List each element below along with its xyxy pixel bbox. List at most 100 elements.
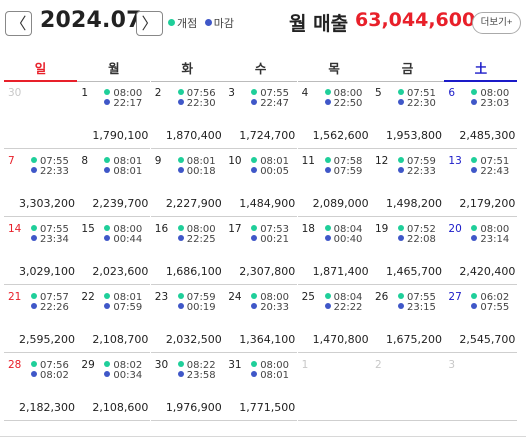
calendar-day-cell[interactable]: 7 07:55 22:33 3,303,200 — [4, 150, 77, 217]
close-dot-icon — [471, 303, 478, 309]
daily-sales-amount: 2,179,200 — [459, 197, 516, 210]
open-dot-icon — [324, 89, 331, 95]
calendar-day-cell[interactable]: 9 08:01 00:18 2,227,900 — [150, 150, 224, 217]
calendar-day-cell[interactable]: 29 08:02 00:34 2,108,600 — [77, 354, 151, 421]
daily-sales-amount: 1,976,900 — [165, 401, 222, 414]
close-time: 00:21 — [251, 234, 289, 245]
calendar-day-cell[interactable]: 28 07:56 08:02 2,182,300 — [4, 354, 77, 421]
daily-sales-amount: 1,675,200 — [386, 333, 442, 346]
calendar-day-cell[interactable]: 26 07:55 23:15 1,675,200 — [371, 286, 444, 353]
close-time-value: 00:44 — [113, 234, 143, 245]
weekday-sun: 일 — [4, 60, 77, 82]
daily-sales-amount: 3,303,200 — [19, 197, 75, 210]
day-number: 24 — [228, 291, 242, 303]
close-time-value: 23:14 — [480, 234, 510, 245]
calendar-day-cell[interactable]: 3 — [444, 354, 518, 421]
calendar-day-cell[interactable]: 14 07:55 23:34 3,029,100 — [4, 218, 77, 285]
close-time-value: 00:19 — [186, 302, 216, 313]
close-dot-icon — [251, 235, 258, 241]
close-dot-icon — [471, 99, 478, 105]
close-time-value: 23:03 — [480, 98, 510, 109]
weekday-sat: 土 — [444, 60, 518, 82]
day-number: 7 — [8, 155, 15, 167]
prev-month-button[interactable]: 〈 — [5, 11, 32, 36]
legend: 개점 마감 — [168, 15, 238, 31]
close-dot-icon — [471, 167, 478, 173]
calendar-day-cell[interactable]: 1 — [297, 354, 371, 421]
calendar-day-cell[interactable]: 21 07:57 22:26 2,595,200 — [4, 286, 77, 353]
close-time: 22:33 — [31, 166, 69, 177]
daily-sales-amount: 1,498,200 — [386, 197, 442, 210]
calendar-day-cell[interactable]: 15 08:00 00:44 2,023,600 — [77, 218, 151, 285]
close-time-value: 22:08 — [407, 234, 436, 245]
close-time-value: 23:15 — [407, 302, 436, 313]
calendar-day-cell[interactable]: 12 07:59 22:33 1,498,200 — [371, 150, 444, 217]
day-number: 14 — [8, 223, 22, 235]
day-number: 2 — [154, 87, 162, 99]
day-number: 18 — [301, 223, 315, 235]
open-dot-icon — [324, 157, 331, 163]
daily-sales-amount: 2,595,200 — [19, 333, 75, 346]
next-month-button[interactable]: 〉 — [136, 11, 163, 36]
close-dot-icon — [104, 235, 111, 241]
close-time-value: 22:17 — [113, 98, 143, 109]
close-time: 00:40 — [324, 234, 363, 245]
calendar-day-cell[interactable]: 17 07:53 00:21 2,307,800 — [224, 218, 298, 285]
calendar-day-cell[interactable]: 1 08:00 22:17 1,790,100 — [77, 82, 151, 149]
calendar-day-cell[interactable]: 2 — [371, 354, 444, 421]
calendar-day-cell[interactable]: 5 07:51 22:30 1,953,800 — [371, 82, 444, 149]
daily-sales-amount: 1,953,800 — [386, 129, 442, 142]
calendar-day-cell[interactable]: 11 07:58 07:59 2,089,000 — [297, 150, 371, 217]
close-dot-icon — [251, 371, 258, 377]
day-number: 17 — [228, 223, 242, 235]
open-dot-icon — [177, 361, 184, 367]
calendar-day-cell[interactable]: 3 07:55 22:47 1,724,700 — [224, 82, 298, 149]
close-time: 23:58 — [177, 370, 216, 381]
close-dot-icon — [104, 371, 111, 377]
calendar-day-cell[interactable]: 18 08:04 00:40 1,871,400 — [297, 218, 371, 285]
calendar-day-cell[interactable]: 13 07:51 22:43 2,179,200 — [444, 150, 518, 217]
daily-sales-amount: 1,870,400 — [165, 129, 222, 142]
daily-sales-amount: 2,023,600 — [92, 265, 149, 278]
calendar-day-cell[interactable]: 27 06:02 07:55 2,545,700 — [444, 286, 518, 353]
more-button[interactable]: 더보기+ — [472, 12, 521, 34]
calendar-day-cell[interactable]: 16 08:00 22:25 1,686,100 — [150, 218, 224, 285]
close-time: 00:18 — [177, 166, 216, 177]
calendar-day-cell[interactable]: 10 08:01 00:05 1,484,900 — [224, 150, 298, 217]
calendar-day-cell[interactable]: 31 08:00 08:01 1,771,500 — [224, 354, 298, 421]
day-number: 10 — [228, 155, 242, 167]
close-time-value: 07:59 — [113, 302, 143, 313]
day-number: 23 — [154, 291, 169, 303]
calendar-day-cell[interactable]: 20 08:00 23:14 2,420,400 — [444, 218, 518, 285]
calendar-day-cell[interactable]: 4 08:00 22:50 1,562,600 — [297, 82, 371, 149]
legend-close-label: 마감 — [213, 17, 234, 30]
open-dot-icon — [471, 225, 478, 231]
calendar-day-cell[interactable]: 30 — [4, 82, 77, 149]
calendar-day-cell[interactable]: 8 08:01 08:01 2,239,700 — [77, 150, 151, 217]
daily-sales-amount: 1,686,100 — [165, 265, 222, 278]
close-dot-icon — [31, 371, 37, 377]
close-time: 22:22 — [324, 302, 362, 313]
calendar-day-cell[interactable]: 24 08:00 20:33 1,364,100 — [224, 286, 298, 353]
close-dot-icon — [177, 371, 184, 377]
close-time: 22:43 — [471, 166, 509, 177]
calendar-day-cell[interactable]: 22 08:01 07:59 2,108,700 — [77, 286, 151, 353]
daily-sales-amount: 1,771,500 — [239, 401, 296, 414]
daily-sales-amount: 1,470,800 — [312, 333, 369, 346]
calendar-day-cell[interactable]: 30 08:22 23:58 1,976,900 — [150, 354, 224, 421]
open-dot-icon — [177, 89, 184, 95]
day-number: 2 — [375, 359, 382, 371]
close-dot-icon — [251, 167, 258, 173]
calendar-day-cell[interactable]: 19 07:52 22:08 1,465,700 — [371, 218, 444, 285]
close-dot-icon — [398, 167, 404, 173]
open-dot-icon — [31, 225, 37, 231]
close-time: 07:59 — [324, 166, 362, 177]
close-time: 00:19 — [177, 302, 216, 313]
close-time-value: 22:43 — [480, 166, 510, 177]
calendar-day-cell[interactable]: 2 07:56 22:30 1,870,400 — [150, 82, 224, 149]
calendar-day-cell[interactable]: 23 07:59 00:19 2,032,500 — [150, 286, 224, 353]
calendar-day-cell[interactable]: 6 08:00 23:03 2,485,300 — [444, 82, 518, 149]
calendar-day-cell[interactable]: 25 08:04 22:22 1,470,800 — [297, 286, 371, 353]
close-time-value: 00:40 — [333, 234, 363, 245]
close-time: 07:59 — [104, 302, 142, 313]
